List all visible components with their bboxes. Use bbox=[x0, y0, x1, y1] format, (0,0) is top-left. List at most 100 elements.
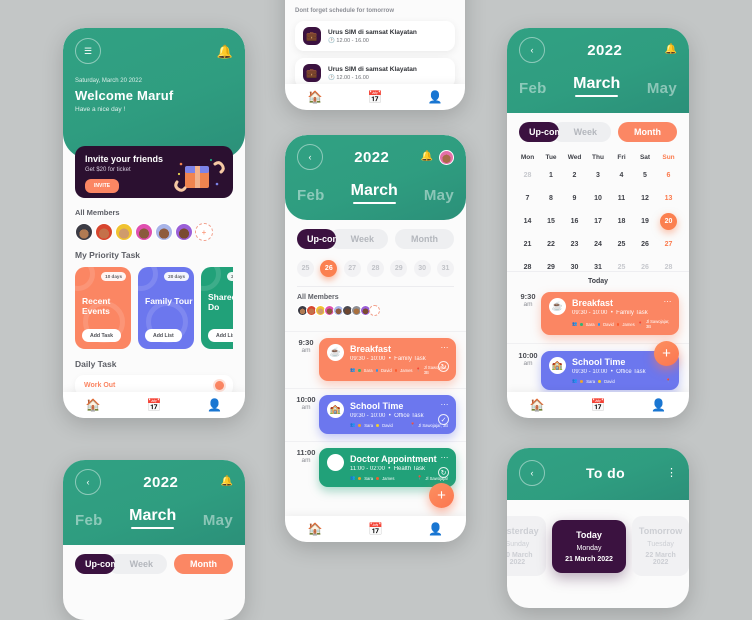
chevron-left-icon[interactable]: ‹ bbox=[519, 460, 545, 486]
add-event-fab[interactable]: + bbox=[654, 341, 679, 366]
avatar[interactable] bbox=[155, 223, 173, 241]
date-strip[interactable]: 25 26 27 28 29 30 31 bbox=[297, 260, 454, 277]
calendar-day[interactable]: 28 bbox=[519, 167, 536, 184]
date-chip[interactable]: 31 bbox=[436, 260, 454, 277]
avatar[interactable] bbox=[175, 223, 193, 241]
month-switcher[interactable]: Feb March May bbox=[75, 507, 233, 529]
current-month[interactable]: March bbox=[573, 75, 620, 97]
next-month[interactable]: May bbox=[203, 512, 233, 529]
segment-month[interactable]: Month bbox=[174, 554, 233, 574]
current-month[interactable]: March bbox=[129, 507, 176, 529]
chevron-left-icon[interactable]: ‹ bbox=[519, 37, 545, 63]
prev-month[interactable]: Feb bbox=[297, 187, 325, 204]
calendar-day[interactable]: 5 bbox=[637, 167, 654, 184]
calendar-day[interactable]: 3 bbox=[590, 167, 607, 184]
calendar-day[interactable]: 24 bbox=[590, 236, 607, 253]
calendar-day[interactable]: 22 bbox=[543, 236, 560, 253]
view-segment-control[interactable]: Up-coming Week Month bbox=[297, 229, 454, 249]
calendar-day[interactable]: 13 bbox=[660, 190, 677, 207]
calendar-day[interactable]: 12 bbox=[637, 190, 654, 207]
priority-button[interactable]: Add List bbox=[145, 329, 182, 342]
segment-upcoming[interactable]: Up-coming bbox=[519, 122, 559, 142]
date-chip-selected[interactable]: 26 bbox=[320, 260, 338, 277]
calendar-day[interactable]: 9 bbox=[566, 190, 583, 207]
segment-week[interactable]: Week bbox=[107, 554, 167, 574]
calendar-day[interactable]: 4 bbox=[613, 167, 630, 184]
todo-day-card[interactable]: Tomorrow Tuesday 22 March 2022 bbox=[632, 516, 689, 576]
home-icon[interactable]: 🏠 bbox=[308, 90, 323, 104]
calendar-day[interactable]: 25 bbox=[613, 236, 630, 253]
calendar-day[interactable]: 8 bbox=[543, 190, 560, 207]
event-card-school[interactable]: ⋯ ✓ 🏫 School Time 09:30 - 10:00 • Office… bbox=[319, 395, 456, 434]
calendar-day[interactable]: 23 bbox=[566, 236, 583, 253]
avatar[interactable] bbox=[95, 223, 113, 241]
calendar-day[interactable]: 21 bbox=[519, 236, 536, 253]
todo-day-card-active[interactable]: Today Monday 21 March 2022 bbox=[551, 519, 627, 573]
avatar[interactable] bbox=[439, 149, 454, 165]
calendar-day[interactable]: 19 bbox=[637, 213, 654, 230]
bell-icon[interactable]: 🔔 bbox=[221, 477, 233, 487]
calendar-icon[interactable]: 📅 bbox=[591, 398, 606, 412]
calendar-day[interactable]: 26 bbox=[637, 236, 654, 253]
bell-icon[interactable]: 🔔 bbox=[665, 45, 677, 55]
segment-upcoming[interactable]: Up-coming bbox=[75, 554, 115, 574]
bell-icon[interactable]: 🔔 bbox=[217, 45, 233, 58]
chevron-left-icon[interactable]: ‹ bbox=[75, 469, 101, 495]
event-card-breakfast[interactable]: ⋯ ↻ ☕ Breakfast 09:30 - 10:00 • Family T… bbox=[319, 338, 456, 381]
calendar-day[interactable]: 2 bbox=[566, 167, 583, 184]
more-icon[interactable]: ⋯ bbox=[441, 453, 450, 462]
invite-button[interactable]: INVITE bbox=[85, 179, 120, 193]
profile-icon[interactable]: 👤 bbox=[428, 522, 443, 536]
month-switcher[interactable]: Feb March May bbox=[297, 182, 454, 204]
priority-task-card[interactable]: 20 days Family Tour Add List bbox=[138, 267, 194, 349]
segment-week[interactable]: Week bbox=[551, 122, 611, 142]
date-chip[interactable]: 25 bbox=[297, 260, 314, 277]
priority-task-card[interactable]: 10 days Recent Events Add Task bbox=[75, 267, 131, 349]
calendar-day[interactable]: 7 bbox=[519, 190, 536, 207]
avatar[interactable] bbox=[135, 223, 153, 241]
view-segment-control[interactable]: Up-coming Week Month bbox=[519, 122, 677, 142]
home-icon[interactable]: 🏠 bbox=[86, 398, 101, 412]
date-chip[interactable]: 28 bbox=[366, 260, 384, 277]
calendar-day[interactable]: 16 bbox=[566, 213, 583, 230]
segment-month[interactable]: Month bbox=[618, 122, 677, 142]
calendar-day[interactable]: 15 bbox=[543, 213, 560, 230]
profile-icon[interactable]: 👤 bbox=[651, 398, 666, 412]
event-card-breakfast[interactable]: ⋯ ☕ Breakfast 09:30 - 10:00 • Family Tas… bbox=[541, 292, 679, 335]
avatar[interactable] bbox=[75, 223, 93, 241]
add-event-fab[interactable]: + bbox=[429, 483, 454, 508]
segment-month[interactable]: Month bbox=[395, 229, 454, 249]
calendar-day[interactable]: 14 bbox=[519, 213, 536, 230]
date-chip[interactable]: 29 bbox=[390, 260, 408, 277]
home-icon[interactable]: 🏠 bbox=[530, 398, 545, 412]
calendar-day[interactable]: 11 bbox=[613, 190, 630, 207]
more-icon[interactable]: ⋯ bbox=[441, 343, 450, 352]
date-chip[interactable]: 27 bbox=[343, 260, 361, 277]
add-member-button[interactable] bbox=[369, 305, 380, 316]
next-month[interactable]: May bbox=[424, 187, 454, 204]
member-avatar-row[interactable] bbox=[297, 305, 454, 316]
current-month[interactable]: March bbox=[351, 182, 398, 204]
calendar-icon[interactable]: 📅 bbox=[368, 90, 383, 104]
next-month[interactable]: May bbox=[647, 80, 677, 97]
view-segment-control[interactable]: Up-coming Week Month bbox=[75, 554, 233, 574]
invite-banner[interactable]: Invite your friends Get $20 for ticket I… bbox=[75, 146, 233, 198]
prev-month[interactable]: Feb bbox=[519, 80, 547, 97]
member-avatar-row[interactable]: + bbox=[75, 223, 233, 241]
add-member-button[interactable]: + bbox=[195, 223, 213, 241]
more-icon[interactable]: ⋯ bbox=[441, 400, 450, 409]
calendar-day[interactable]: 10 bbox=[590, 190, 607, 207]
avatar[interactable] bbox=[115, 223, 133, 241]
home-icon[interactable]: 🏠 bbox=[308, 522, 323, 536]
calendar-icon[interactable]: 📅 bbox=[147, 398, 162, 412]
segment-upcoming[interactable]: Up-coming bbox=[297, 229, 336, 249]
todo-day-card[interactable]: Yesterday Sunday 20 March 2022 bbox=[507, 516, 546, 576]
hamburger-icon[interactable]: ☰ bbox=[75, 38, 101, 64]
calendar-icon[interactable]: 📅 bbox=[368, 522, 383, 536]
priority-task-card[interactable]: 20 days Shared To Do Add List bbox=[201, 267, 233, 349]
priority-button[interactable]: Add List bbox=[208, 329, 233, 342]
calendar-day[interactable]: 1 bbox=[543, 167, 560, 184]
more-icon[interactable]: ⋯ bbox=[664, 297, 673, 306]
segment-week[interactable]: Week bbox=[328, 229, 388, 249]
calendar-grid[interactable]: 28 1 2 3 4 5 6 7 8 9 10 11 12 13 14 15 16 17 18 19 20 21 22 23 2… bbox=[519, 167, 677, 276]
